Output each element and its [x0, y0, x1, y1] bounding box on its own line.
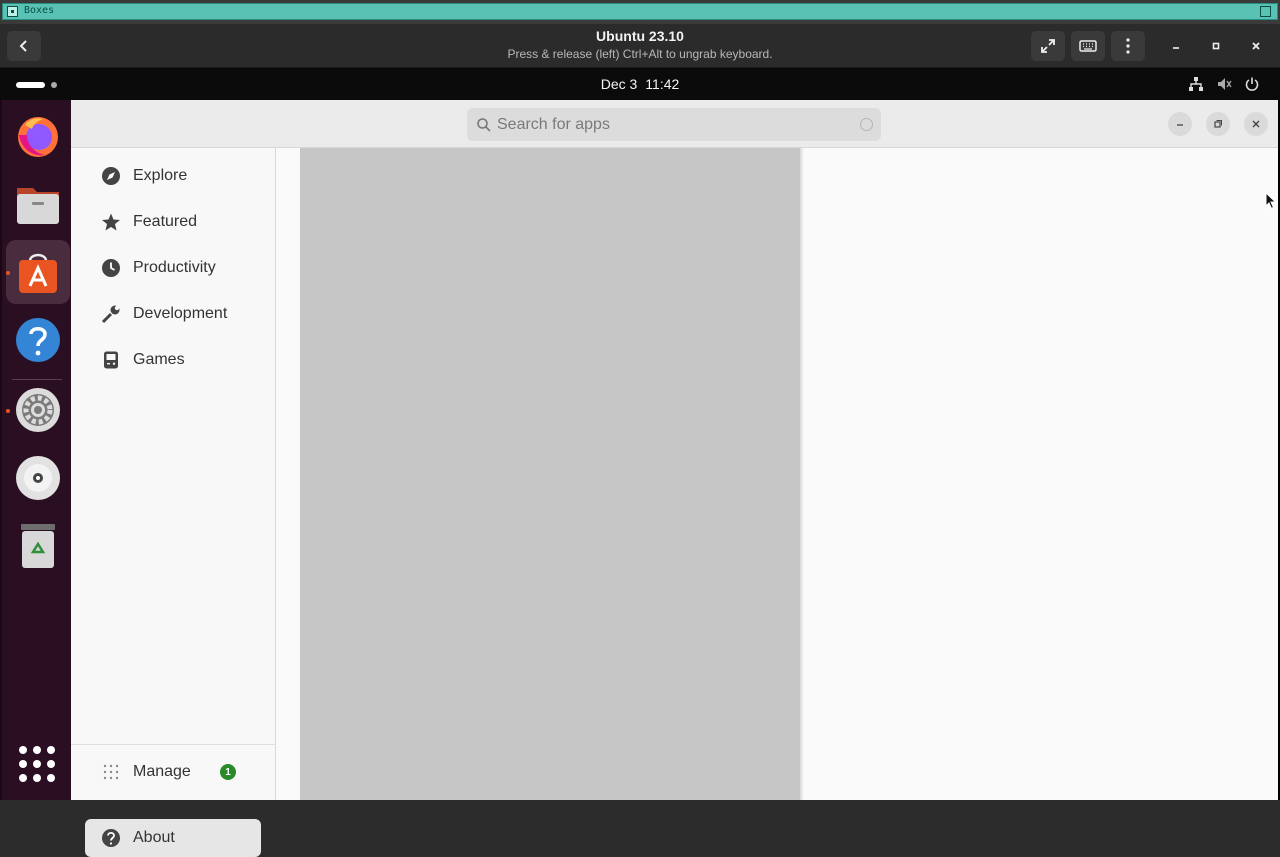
host-window-menu-icon[interactable]	[1260, 6, 1271, 17]
help-icon	[16, 318, 60, 362]
clear-search-icon[interactable]	[860, 118, 873, 131]
minimize-icon	[1177, 124, 1183, 126]
main-content	[277, 148, 1278, 800]
app-center-window: Explore Featured Productivity Developmen…	[71, 100, 1278, 857]
sidebar-item-label: Featured	[133, 213, 198, 230]
gamepad-icon	[101, 350, 121, 370]
sidebar-item-games[interactable]: Games	[85, 341, 261, 379]
sidebar-item-label: Manage	[133, 763, 191, 780]
app-grid-icon	[19, 746, 55, 782]
window-close-button[interactable]	[1244, 112, 1268, 136]
grid-dots-icon	[101, 762, 121, 782]
keyboard-button[interactable]	[1071, 31, 1105, 61]
restore-icon	[1214, 120, 1222, 128]
panel-shadow	[800, 148, 804, 800]
network-icon[interactable]	[1188, 76, 1204, 92]
disc-icon	[16, 456, 60, 500]
sidebar-item-explore[interactable]: Explore	[85, 157, 261, 195]
host-title-bar[interactable]: Boxes	[2, 3, 1278, 20]
window-minimize-button[interactable]	[1168, 112, 1192, 136]
sidebar-item-label: Development	[133, 305, 228, 322]
dock-item-disc[interactable]	[6, 446, 70, 510]
keyboard-icon	[1079, 40, 1097, 52]
maximize-icon	[1212, 42, 1220, 50]
volume-muted-icon[interactable]	[1216, 76, 1232, 92]
close-icon	[1252, 42, 1260, 50]
star-icon	[101, 212, 121, 232]
dock-item-settings[interactable]	[6, 378, 70, 442]
gnome-top-bar: Dec 3 11:42	[0, 68, 1280, 100]
sidebar: Explore Featured Productivity Developmen…	[71, 148, 276, 800]
dock	[0, 100, 71, 800]
boxes-headerbar: Ubuntu 23.10 Press & release (left) Ctrl…	[0, 24, 1280, 68]
kebab-menu-icon	[1126, 38, 1130, 54]
help-circle-icon	[101, 828, 121, 848]
minimize-button[interactable]	[1161, 31, 1191, 61]
sidebar-divider	[71, 744, 276, 745]
mouse-cursor-icon	[1265, 192, 1277, 210]
window-headerbar	[71, 100, 1278, 148]
search-input[interactable]	[497, 108, 847, 141]
host-app-name: Boxes	[24, 5, 55, 16]
dock-item-app-center[interactable]	[6, 240, 70, 304]
sidebar-item-label: Productivity	[133, 259, 216, 276]
power-icon[interactable]	[1244, 76, 1260, 92]
host-window-strip: Boxes	[0, 0, 1280, 24]
minimize-icon	[1173, 47, 1179, 49]
fullscreen-button[interactable]	[1031, 31, 1065, 61]
updates-badge: 1	[220, 764, 236, 780]
dock-item-files[interactable]	[6, 172, 70, 236]
app-center-icon	[19, 253, 57, 293]
window-restore-button[interactable]	[1206, 112, 1230, 136]
dock-item-trash[interactable]	[6, 514, 70, 578]
close-button[interactable]	[1241, 31, 1271, 61]
sidebar-item-productivity[interactable]: Productivity	[85, 249, 261, 287]
show-apps-button[interactable]	[17, 744, 57, 784]
menu-button[interactable]	[1111, 31, 1145, 61]
sidebar-item-featured[interactable]: Featured	[85, 203, 261, 241]
sidebar-item-label: About	[133, 829, 175, 846]
firefox-icon	[18, 117, 58, 157]
sidebar-item-label: Explore	[133, 167, 188, 184]
wrench-icon	[101, 304, 121, 324]
sidebar-item-about[interactable]: About	[85, 819, 261, 857]
clock-date: Dec 3	[600, 76, 638, 92]
search-box[interactable]	[467, 108, 881, 141]
settings-icon	[16, 388, 60, 432]
dock-item-help[interactable]	[6, 308, 70, 372]
loading-placeholder-panel	[300, 148, 800, 800]
sidebar-item-development[interactable]: Development	[85, 295, 261, 333]
files-icon	[17, 188, 59, 224]
search-icon	[477, 118, 491, 132]
boxes-app-icon	[7, 6, 18, 17]
maximize-button[interactable]	[1201, 31, 1231, 61]
running-indicator-app-center	[6, 271, 10, 275]
close-icon	[1252, 120, 1260, 128]
expand-icon	[1041, 39, 1055, 53]
sidebar-item-label: Games	[133, 351, 185, 368]
clock-time: 11:42	[645, 76, 680, 92]
clock[interactable]: Dec 3 11:42	[0, 76, 1280, 92]
clock-icon	[101, 258, 121, 278]
dock-item-firefox[interactable]	[6, 104, 70, 168]
trash-icon	[21, 524, 55, 568]
guest-display[interactable]: Dec 3 11:42 Search for apps Explore Feat…	[0, 68, 1280, 857]
sidebar-item-manage[interactable]: Manage 1	[85, 753, 261, 791]
compass-icon	[101, 166, 121, 186]
running-indicator-settings	[6, 409, 10, 413]
